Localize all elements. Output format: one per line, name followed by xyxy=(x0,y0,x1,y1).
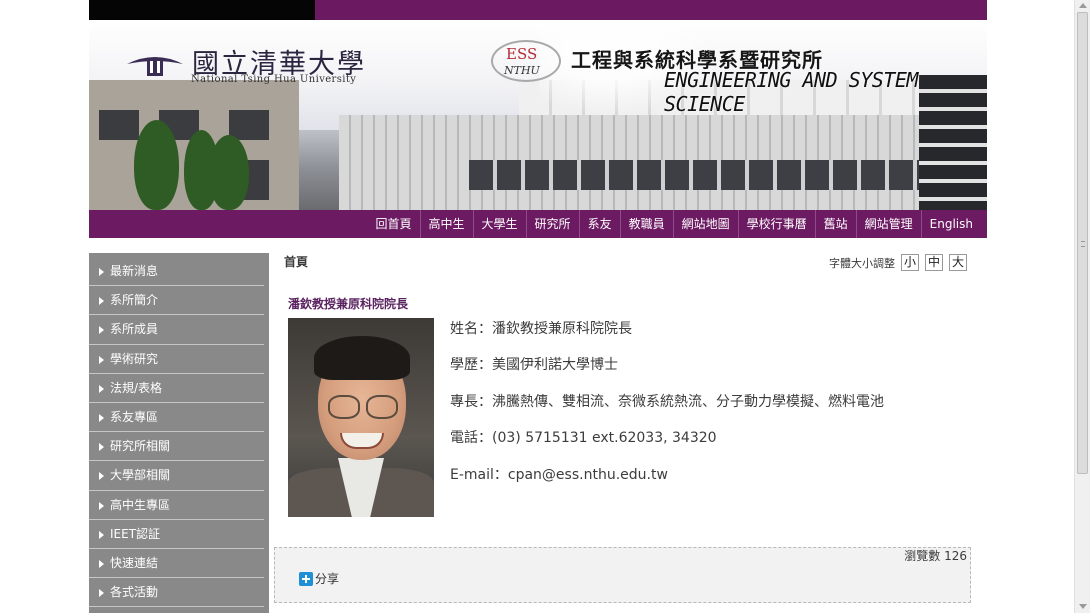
arrow-right-icon xyxy=(99,443,104,452)
arrow-right-icon xyxy=(99,326,104,335)
university-name-en: National Tsing Hua University xyxy=(191,74,357,85)
nthu-logo-icon xyxy=(127,57,183,76)
arrow-right-icon xyxy=(99,501,104,510)
arrow-right-icon xyxy=(99,268,104,276)
scroll-up-icon[interactable] xyxy=(1079,3,1087,8)
arrow-right-icon xyxy=(99,355,104,364)
sidebar-item-members[interactable]: 系所成員 xyxy=(89,315,264,345)
sidebar-item-about[interactable]: 系所簡介 xyxy=(89,286,264,316)
font-size-large-button[interactable]: 大 xyxy=(949,254,967,271)
plus-icon xyxy=(299,571,313,586)
nav-sitemap[interactable]: 網站地圖 xyxy=(672,210,738,238)
sidebar-item-label: 系所成員 xyxy=(110,322,159,337)
nav-high-school[interactable]: 高中生 xyxy=(419,210,473,238)
share-label: 分享 xyxy=(315,572,340,586)
sidebar-item-alumni[interactable]: 系友專區 xyxy=(89,403,264,433)
scroll-down-icon[interactable] xyxy=(1079,604,1087,609)
vertical-scrollbar[interactable] xyxy=(1074,0,1090,613)
sidebar-item-label: IEET認証 xyxy=(110,526,161,541)
font-size-small-button[interactable]: 小 xyxy=(901,254,919,271)
profile-photo xyxy=(288,318,434,517)
info-email[interactable]: E-mail：cpan@ess.nthu.edu.tw xyxy=(450,464,884,500)
nav-old-site[interactable]: 舊站 xyxy=(814,210,856,238)
arrow-right-icon xyxy=(99,297,104,306)
sidebar-item-label: 研究所相關 xyxy=(110,439,171,454)
sidebar-item-label: 高中生專區 xyxy=(110,497,171,512)
nav-graduate[interactable]: 研究所 xyxy=(525,210,579,238)
ess-logo: ESS NTHU xyxy=(491,40,561,82)
nav-home[interactable]: 回首頁 xyxy=(368,210,420,238)
sidebar-item-graduate[interactable]: 研究所相關 xyxy=(89,432,264,462)
article-title: 潘欽教授兼原科院院長 xyxy=(288,297,409,311)
page: 國立清華大學 National Tsing Hua University ESS… xyxy=(0,0,1090,613)
sidebar-item-label: 法規/表格 xyxy=(110,380,163,395)
sidebar-item-news[interactable]: 最新消息 xyxy=(89,257,264,287)
arrow-right-icon xyxy=(99,589,104,598)
info-expertise: 專長：沸騰熱傳、雙相流、奈微系統熱流、分子動力學模擬、燃料電池 xyxy=(450,393,884,410)
sidebar-item-high-school[interactable]: 高中生專區 xyxy=(89,491,264,520)
arrow-right-icon xyxy=(99,559,104,568)
arrow-right-icon xyxy=(99,384,104,393)
sidebar-menu: 最新消息 系所簡介 系所成員 學術研究 法規/表格 系友專區 研究所相關 大學部… xyxy=(89,253,269,613)
main-nav: 回首頁 高中生 大學生 研究所 系友 教職員 網站地圖 學校行事曆 舊站 網站管… xyxy=(89,210,987,238)
profile-info: 姓名：潘欽教授兼原科院院長 學歷：美國伊利諾大學博士 專長：沸騰熱傳、雙相流、奈… xyxy=(450,318,884,500)
font-size-control: 字體大小調整 小 中 大 xyxy=(829,254,967,271)
nav-school-calendar[interactable]: 學校行事曆 xyxy=(737,210,815,238)
sidebar-item-regulations[interactable]: 法規/表格 xyxy=(89,374,264,403)
nav-faculty[interactable]: 教職員 xyxy=(619,210,673,238)
scrollbar-thumb[interactable] xyxy=(1077,12,1088,474)
sidebar-item-research[interactable]: 學術研究 xyxy=(89,345,264,374)
share-button[interactable]: 分享 xyxy=(299,570,339,587)
sidebar-item-label: 大學部相關 xyxy=(110,468,171,483)
sidebar-item-label: 最新消息 xyxy=(110,264,159,278)
info-phone: 電話：(03) 5715131 ext.62033, 34320 xyxy=(450,430,717,447)
department-name-en: ENGINEERING AND SYSTEM SCIENCE xyxy=(664,68,918,116)
nav-english[interactable]: English xyxy=(920,210,981,238)
font-size-medium-button[interactable]: 中 xyxy=(925,254,943,271)
nav-site-admin[interactable]: 網站管理 xyxy=(855,210,921,238)
top-bar-purple xyxy=(315,0,987,20)
info-education: 學歷：美國伊利諾大學博士 xyxy=(450,357,618,374)
font-size-label: 字體大小調整 xyxy=(829,256,895,270)
site-header: 國立清華大學 National Tsing Hua University ESS… xyxy=(89,0,987,238)
sidebar-item-undergraduate[interactable]: 大學部相關 xyxy=(89,461,264,491)
sidebar-item-label: 學術研究 xyxy=(110,351,159,366)
sidebar-item-label: 系友專區 xyxy=(110,409,159,424)
view-count: 瀏覽數 126 xyxy=(904,549,967,563)
info-name: 姓名：潘欽教授兼原科院院長 xyxy=(450,321,632,337)
arrow-right-icon xyxy=(99,530,104,539)
sidebar-item-label: 快速連結 xyxy=(110,555,159,570)
sidebar-item-label: 系所簡介 xyxy=(110,293,159,308)
ess-logo-text: ESS xyxy=(506,45,538,63)
nav-undergraduate[interactable]: 大學生 xyxy=(472,210,526,238)
arrow-right-icon xyxy=(99,413,104,422)
arrow-right-icon xyxy=(99,472,104,481)
breadcrumb-home[interactable]: 首頁 xyxy=(284,253,308,270)
nthu-logo-text: NTHU xyxy=(504,64,540,77)
sidebar-item-ieet[interactable]: IEET認証 xyxy=(89,520,264,549)
sidebar-item-quick-links[interactable]: 快速連結 xyxy=(89,549,264,579)
sidebar-item-label: 各式活動 xyxy=(110,585,159,600)
nav-alumni[interactable]: 系友 xyxy=(578,210,620,238)
sidebar-item-activities[interactable]: 各式活動 xyxy=(89,578,264,608)
article-footer: 瀏覽數 126 分享 xyxy=(274,547,971,603)
top-bar-black xyxy=(89,0,315,20)
banner-image: 國立清華大學 National Tsing Hua University ESS… xyxy=(89,20,987,210)
